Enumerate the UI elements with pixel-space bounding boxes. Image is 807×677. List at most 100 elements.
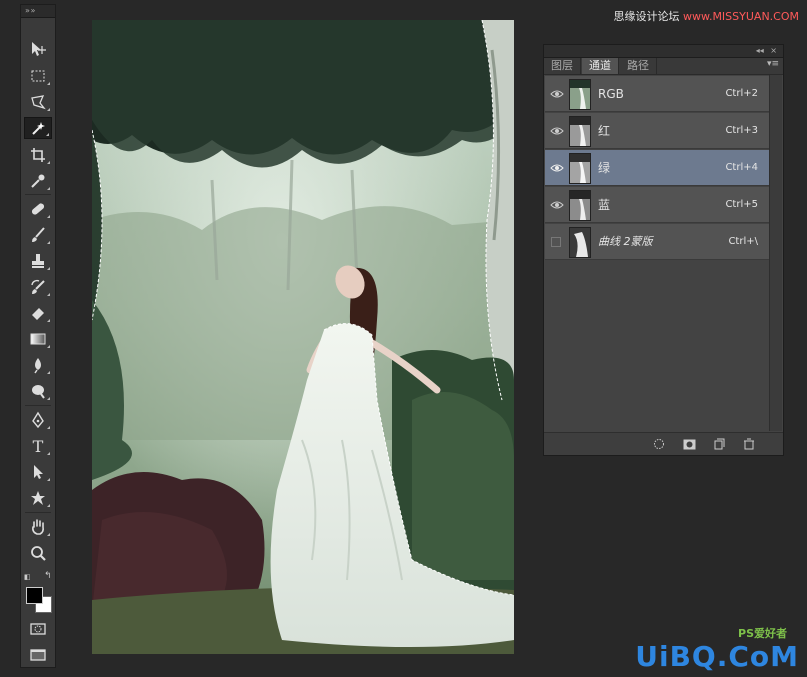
marquee-tool[interactable] [24,65,52,87]
blur-icon [34,358,41,374]
default-colors-icon[interactable]: ◧ [24,573,31,581]
panel-tabs: 图层 通道 路径 ▾≡ [544,58,783,75]
screen-mode-icon [30,649,46,661]
shape-icon [31,491,45,505]
blur-tool[interactable] [24,354,52,376]
magic-wand-icon [32,122,45,135]
channel-name: 曲线 2蒙版 [598,235,653,248]
channel-thumbnail [569,79,591,110]
gradient-tool[interactable] [24,328,52,350]
screen-mode-button[interactable] [24,644,52,666]
watermark-site-url: www.MISSYUAN.COM [682,10,799,23]
new-channel-button[interactable] [712,437,726,451]
channel-row-blue[interactable]: 蓝 Ctrl+5 [545,187,770,223]
move-icon [32,42,46,56]
new-page-icon [714,438,725,450]
type-icon: T [32,436,44,456]
eyedropper-tool[interactable] [24,170,52,192]
watermark-uibq-logo: UiBQ.CoM [635,640,799,673]
healing-brush-tool[interactable] [24,198,52,220]
swap-colors-icon[interactable]: ↰ [44,571,52,581]
channel-name: 蓝 [598,198,611,212]
move-tool[interactable] [24,38,52,60]
lasso-tool[interactable] [24,91,52,113]
channel-thumbnail [569,190,591,221]
brush-icon [32,227,45,242]
crop-tool[interactable] [24,144,52,166]
zoom-icon [31,546,46,561]
polygonal-lasso-icon [31,95,46,110]
watermark-ps-logo: PS爱好者 [738,627,787,640]
channel-row-rgb[interactable]: RGB Ctrl+2 [545,76,770,112]
crop-icon [31,148,45,162]
pen-tool[interactable] [24,409,52,431]
collapse-panel-button[interactable]: ◂◂ [756,46,764,55]
channel-row-red[interactable]: 红 Ctrl+3 [545,113,770,149]
foreground-color-swatch[interactable] [26,587,43,604]
arrow-icon [34,465,43,479]
panel-header: ◂◂ × [544,45,783,58]
channel-row-curves-mask[interactable]: 曲线 2蒙版 Ctrl+\ [545,224,770,260]
eye-icon[interactable] [549,161,565,175]
hand-icon [32,519,44,535]
color-swatches: ◧ ↰ [24,571,54,615]
dodge-icon [32,385,45,399]
tab-channels[interactable]: 通道 [582,58,619,74]
channel-shortcut: Ctrl+2 [725,88,758,99]
visibility-checkbox[interactable] [551,237,561,247]
bandage-icon [31,203,45,215]
eye-icon[interactable] [549,87,565,101]
custom-shape-tool[interactable] [24,487,52,509]
trash-icon [744,438,754,450]
quick-mask-button[interactable] [24,618,52,640]
watermark-site-name: 思缘设计论坛 [613,10,680,23]
channel-shortcut: Ctrl+3 [725,125,758,136]
stamp-icon [32,254,44,268]
channel-thumbnail [569,116,591,147]
close-panel-button[interactable]: × [770,46,777,55]
save-selection-button[interactable] [682,437,696,451]
load-selection-button[interactable] [652,437,666,451]
delete-channel-button[interactable] [742,437,756,451]
watermark-top: 思缘设计论坛 www.MISSYUAN.COM [613,8,799,24]
channel-shortcut: Ctrl+4 [725,162,758,173]
channel-shortcut: Ctrl+5 [725,199,758,210]
channels-panel: ◂◂ × 图层 通道 路径 ▾≡ RGB Ctrl+2 红 Ctrl+3 绿 C… [543,44,784,456]
channel-shortcut: Ctrl+\ [728,236,758,247]
history-brush-icon [31,279,45,294]
channel-thumbnail [569,153,591,184]
eraser-tool[interactable] [24,302,52,324]
document-canvas[interactable] [92,20,514,654]
channel-row-green[interactable]: 绿 Ctrl+4 [545,150,770,186]
type-tool[interactable]: T [24,435,52,457]
panel-footer [544,432,783,455]
mask-icon [683,439,695,449]
eye-icon[interactable] [549,124,565,138]
tools-panel-header[interactable]: » » [21,5,55,18]
dotted-circle-icon [654,439,664,449]
quick-mask-icon [30,623,46,635]
eraser-icon [32,308,44,320]
zoom-tool[interactable] [24,542,52,564]
photo-bride-in-garden [92,20,514,654]
history-brush-tool[interactable] [24,276,52,298]
tab-paths[interactable]: 路径 [620,58,657,74]
eyedropper-icon [31,174,45,188]
panel-menu-icon[interactable]: ▾≡ [767,59,779,69]
dodge-tool[interactable] [24,380,52,402]
tools-panel: » » T ◧ ↰ [20,4,56,668]
clone-stamp-tool[interactable] [24,250,52,272]
pen-icon [32,411,44,429]
path-selection-tool[interactable] [24,461,52,483]
channel-name: RGB [598,87,624,101]
channel-thumbnail [569,227,591,258]
magic-wand-tool[interactable] [24,117,52,139]
brush-tool[interactable] [24,224,52,246]
hand-tool[interactable] [24,516,52,538]
tab-layers[interactable]: 图层 [544,58,581,74]
panel-scrollbar[interactable] [769,75,782,431]
channel-name: 绿 [598,161,611,175]
eye-icon[interactable] [549,198,565,212]
channel-name: 红 [598,124,611,138]
gradient-icon [30,333,46,345]
